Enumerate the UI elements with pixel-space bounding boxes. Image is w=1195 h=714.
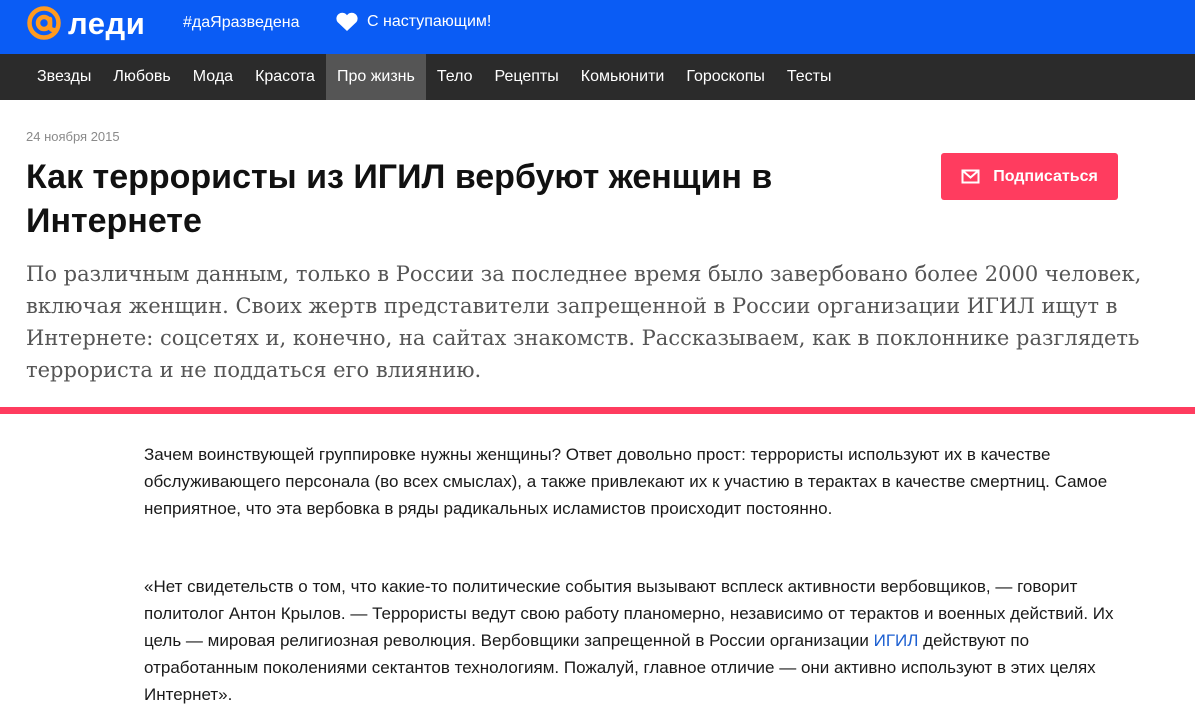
hashtag-link[interactable]: #даЯразведена xyxy=(183,13,299,33)
logo[interactable]: леди xyxy=(26,3,145,43)
article-paragraph-2: «Нет свидетельств о том, что какие-то по… xyxy=(144,573,1124,708)
at-sign-icon xyxy=(27,6,61,40)
article-lead: По различным данным, только в России за … xyxy=(26,262,1142,382)
envelope-icon xyxy=(961,169,980,184)
nav-item-tests[interactable]: Тесты xyxy=(776,54,843,100)
promo-text: С наступающим! xyxy=(367,13,492,30)
subscribe-label: Подписаться xyxy=(993,167,1098,185)
promo-link[interactable]: С наступающим! xyxy=(335,11,491,33)
article-title: Как террористы из ИГИЛ вербуют женщин в … xyxy=(26,158,773,240)
subscribe-button[interactable]: Подписаться xyxy=(941,153,1118,200)
logo-text: леди xyxy=(68,5,146,41)
article-paragraph-1: Зачем воинствующей группировке нужны жен… xyxy=(144,445,1108,518)
nav-item-community[interactable]: Комьюнити xyxy=(570,54,676,100)
nav-item-life[interactable]: Про жизнь xyxy=(325,54,426,100)
nav-item-stars[interactable]: Звезды xyxy=(26,54,102,100)
main-nav: Звезды Любовь Мода Красота Про жизнь Тел… xyxy=(0,54,1195,100)
nav-item-fashion[interactable]: Мода xyxy=(182,54,244,100)
article-date: 24 ноября 2015 xyxy=(26,129,120,144)
isil-link[interactable]: ИГИЛ xyxy=(874,631,919,650)
top-bar: леди #даЯразведена С наступающим! xyxy=(0,0,1195,54)
nav-item-recipes[interactable]: Рецепты xyxy=(484,54,570,100)
section-divider xyxy=(0,407,1195,414)
nav-item-beauty[interactable]: Красота xyxy=(244,54,326,100)
nav-item-body[interactable]: Тело xyxy=(426,54,484,100)
nav-item-love[interactable]: Любовь xyxy=(102,54,181,100)
heart-icon xyxy=(336,12,358,32)
nav-item-horoscopes[interactable]: Гороскопы xyxy=(675,54,776,100)
